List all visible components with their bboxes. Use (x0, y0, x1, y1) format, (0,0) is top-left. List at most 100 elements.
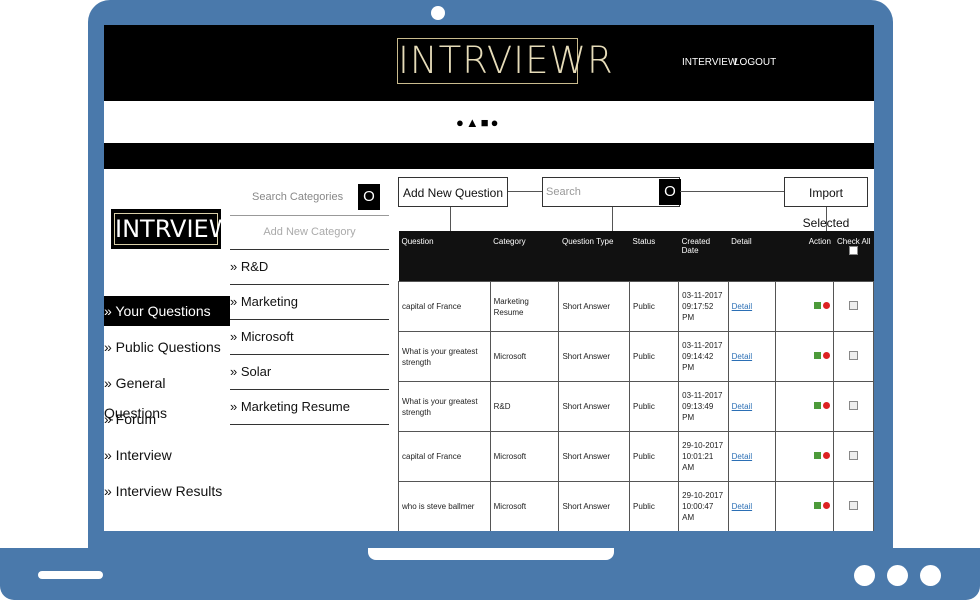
led-icon (854, 565, 875, 586)
col-action: Action (775, 231, 834, 282)
question-search-input[interactable]: Search (546, 186, 581, 198)
sidebar-item-interview-results[interactable]: » Interview Results (104, 476, 230, 506)
category-item-marketing[interactable]: » Marketing (230, 285, 389, 320)
detail-link[interactable]: Detail (732, 352, 752, 361)
row-checkbox[interactable] (849, 350, 859, 360)
connector-line (680, 191, 784, 192)
delete-icon[interactable] (823, 452, 831, 459)
connector-line (508, 191, 542, 192)
sidebar-item-interview[interactable]: » Interview (104, 440, 230, 470)
approve-icon[interactable] (814, 352, 822, 359)
add-question-button[interactable]: Add New Question (398, 177, 508, 207)
detail-link[interactable]: Detail (732, 302, 752, 311)
table-row[interactable]: What is your greatest strength R&D Short A… (398, 381, 874, 432)
question-search[interactable]: Search O (542, 177, 681, 207)
cell-action (774, 281, 835, 332)
cell-action (774, 381, 835, 432)
cell-question-type: Short Answer (558, 331, 631, 382)
nav-interview-link[interactable]: INTERVIEW (682, 57, 737, 68)
col-status[interactable]: Status (629, 231, 679, 282)
approve-icon[interactable] (814, 402, 822, 409)
cell-status: Public (629, 431, 680, 482)
table-row[interactable]: capital of France Marketing Resume Short A… (398, 281, 874, 332)
table-row[interactable]: What is your greatest strength Microsoft S… (398, 331, 874, 382)
category-search-button[interactable]: O (358, 184, 380, 210)
delete-icon[interactable] (823, 402, 831, 409)
led-icon (887, 565, 908, 586)
import-selected-button[interactable]: Import Selected (784, 177, 868, 230)
col-category[interactable]: Category (490, 231, 559, 282)
check-all-checkbox[interactable] (849, 246, 859, 255)
cell-question-type: Short Answer (558, 381, 631, 432)
table-row[interactable]: capital of France Microsoft Short Answer Pu… (398, 431, 874, 482)
category-item-marketing-resume[interactable]: » Marketing Resume (230, 390, 389, 425)
category-search-input[interactable]: Search Categories (252, 191, 343, 203)
cell-question: capital of France (398, 431, 491, 482)
question-search-button[interactable]: O (659, 179, 681, 205)
row-checkbox[interactable] (849, 500, 859, 510)
cell-check (833, 431, 874, 482)
cell-category: Microsoft (489, 481, 560, 531)
app-screen: INTRVIEWR INTERVIEW LOGOUT ●▲■● INTRVIEW… (104, 25, 874, 531)
cell-detail: Detail (727, 431, 776, 482)
delete-icon[interactable] (823, 302, 831, 309)
cell-created-date: 03-11-2017 09:17:52 PM (678, 281, 729, 332)
cell-category: Marketing Resume (489, 281, 560, 332)
questions-panel: Add New Question Search O Import Selecte… (390, 169, 874, 531)
cell-created-date: 03-11-2017 09:14:42 PM (678, 331, 729, 382)
detail-link[interactable]: Detail (732, 502, 752, 511)
connector-line (826, 207, 827, 231)
row-checkbox[interactable] (849, 450, 859, 460)
col-question[interactable]: Question (398, 231, 491, 282)
col-detail[interactable]: Detail (728, 231, 776, 282)
cell-question: capital of France (398, 281, 491, 332)
row-checkbox[interactable] (849, 400, 859, 410)
top-header: INTRVIEWR INTERVIEW LOGOUT (104, 25, 874, 101)
approve-icon[interactable] (814, 452, 822, 459)
cell-category: R&D (489, 381, 560, 432)
cell-question-type: Short Answer (558, 431, 631, 482)
cell-detail: Detail (727, 381, 776, 432)
cell-detail: Detail (727, 481, 776, 531)
col-check-all[interactable]: Check All (833, 231, 874, 282)
col-created-date[interactable]: Created Date (678, 231, 729, 282)
category-item-microsoft[interactable]: » Microsoft (230, 320, 389, 355)
category-search[interactable]: Search Categories O (230, 169, 389, 216)
cell-question: who is steve ballmer (398, 481, 491, 531)
table-body: capital of France Marketing Resume Short A… (398, 281, 874, 531)
cell-question-type: Short Answer (558, 481, 631, 531)
add-category-input[interactable]: Add New Category (230, 215, 389, 250)
cell-check (833, 331, 874, 382)
delete-icon[interactable] (823, 502, 831, 509)
detail-link[interactable]: Detail (732, 452, 752, 461)
cell-check (833, 481, 874, 531)
category-item-rd[interactable]: » R&D (230, 250, 389, 285)
cell-question: What is your greatest strength (398, 381, 491, 432)
laptop-slot (38, 571, 103, 579)
camera-icon (431, 6, 445, 20)
table-row[interactable]: who is steve ballmer Microsoft Short Answe… (398, 481, 874, 531)
cell-category: Microsoft (489, 331, 560, 382)
cell-created-date: 29-10-2017 10:00:47 AM (678, 481, 729, 531)
sidebar-item-general-questions[interactable]: » General Questions (104, 368, 230, 421)
sidebar-logo: INTRVIEWR (111, 209, 250, 249)
approve-icon[interactable] (814, 502, 822, 509)
sidebar-logo-text: INTRVIEWR (114, 213, 250, 245)
connector-line (612, 207, 613, 231)
sidebar-item-your-questions[interactable]: » Your Questions (104, 296, 230, 326)
sidebar-item-public-questions[interactable]: » Public Questions (104, 332, 230, 362)
category-item-solar[interactable]: » Solar (230, 355, 389, 390)
sidebar-item-forum[interactable]: » Forum (104, 404, 230, 434)
cell-action (774, 431, 835, 482)
app-logo[interactable]: INTRVIEWR (397, 38, 613, 84)
approve-icon[interactable] (814, 302, 822, 309)
col-question-type[interactable]: Question Type (558, 231, 630, 282)
detail-link[interactable]: Detail (732, 402, 752, 411)
row-checkbox[interactable] (849, 300, 859, 310)
questions-table: Question Category Question Type Status C… (398, 231, 874, 531)
delete-icon[interactable] (823, 352, 831, 359)
connector-line (450, 207, 451, 231)
sidebar: INTRVIEWR » Your Questions » Public Ques… (104, 169, 250, 531)
nav-logout-link[interactable]: LOGOUT (734, 57, 776, 68)
shapes-band: ●▲■● (104, 101, 874, 143)
